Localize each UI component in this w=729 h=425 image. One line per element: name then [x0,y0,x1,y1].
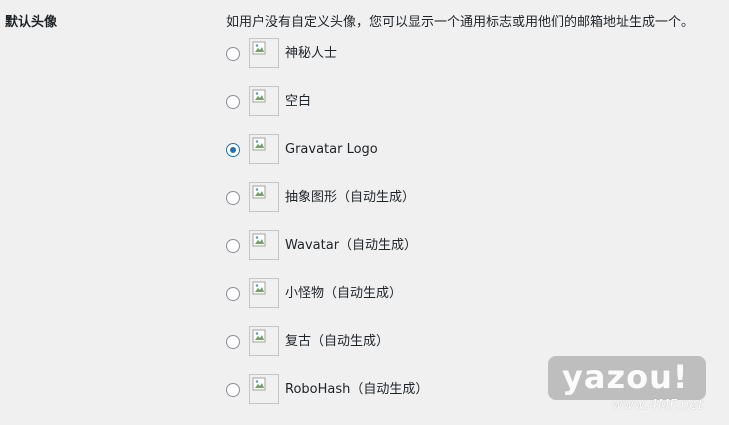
avatar-preview [249,86,279,116]
avatar-option-monsterid[interactable]: 小怪物（自动生成） [224,278,524,312]
avatar-preview [249,374,279,404]
radio-button[interactable] [226,287,240,301]
broken-image-icon [252,233,266,247]
watermark-logo: yazou! [548,356,706,400]
avatar-preview [249,182,279,212]
option-label: 复古（自动生成） [285,334,390,349]
avatar-preview [249,230,279,260]
avatar-preview [249,134,279,164]
avatar-option-wavatar[interactable]: Wavatar（自动生成） [224,230,524,264]
avatar-option-retro[interactable]: 复古（自动生成） [224,326,524,360]
broken-image-icon [252,281,266,295]
radio-button[interactable] [226,95,240,109]
broken-image-icon [252,137,266,151]
radio-button[interactable] [226,335,240,349]
option-label: Gravatar Logo [285,142,378,157]
avatar-option-identicon[interactable]: 抽象图形（自动生成） [224,182,524,216]
watermark-url: www.4MF.net [612,398,704,413]
avatar-preview [249,278,279,308]
broken-image-icon [252,185,266,199]
watermark-text: yazou! [562,358,689,396]
avatar-option-gravatar-logo[interactable]: Gravatar Logo [224,134,524,168]
broken-image-icon [252,377,266,391]
broken-image-icon [252,329,266,343]
option-label: 神秘人士 [285,46,338,61]
option-label: RoboHash（自动生成） [285,382,429,397]
option-label: 空白 [285,94,312,109]
avatar-option-mystery[interactable]: 神秘人士 [224,38,524,72]
option-label: 小怪物（自动生成） [285,286,403,301]
radio-button[interactable] [226,47,240,61]
option-label: Wavatar（自动生成） [285,238,418,253]
avatar-option-blank[interactable]: 空白 [224,86,524,120]
avatar-preview [249,326,279,356]
broken-image-icon [252,89,266,103]
radio-button[interactable] [226,191,240,205]
radio-button-checked[interactable] [226,143,240,157]
avatar-preview [249,38,279,68]
avatar-option-robohash[interactable]: RoboHash（自动生成） [224,374,524,408]
radio-button[interactable] [226,239,240,253]
option-label: 抽象图形（自动生成） [285,190,416,205]
radio-button[interactable] [226,383,240,397]
broken-image-icon [252,41,266,55]
